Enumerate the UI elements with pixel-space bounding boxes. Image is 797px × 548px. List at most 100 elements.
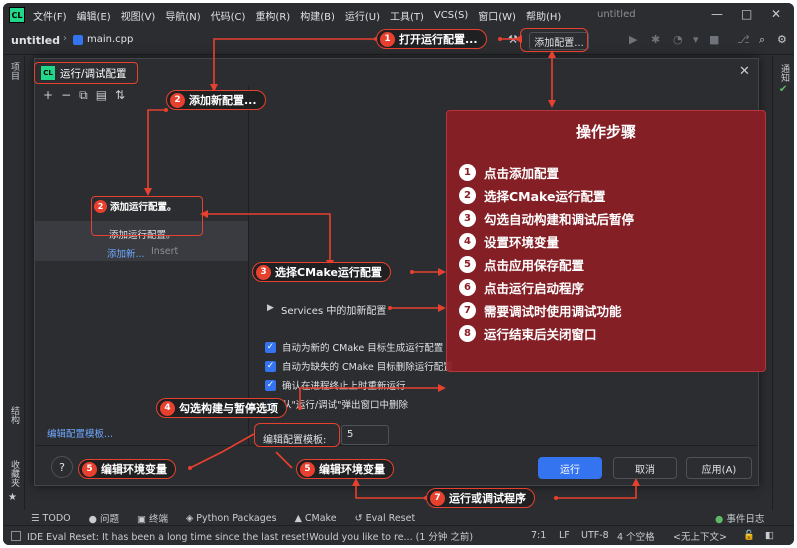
callout-text: 运行或调试程序: [449, 492, 526, 505]
notifications-tool-tab[interactable]: 通知: [778, 64, 791, 82]
step-item: 2 选择CMake运行配置: [459, 186, 606, 205]
menu-edit[interactable]: 编辑(E): [77, 8, 111, 23]
chevron-down-icon[interactable]: ▾: [693, 33, 699, 46]
project-tool-tab[interactable]: 项目: [8, 62, 21, 80]
file-breadcrumb[interactable]: main.cpp: [87, 34, 133, 45]
callout-run-or-debug: 7 运行或调试程序: [426, 488, 535, 508]
steps-title: 操作步骤: [575, 123, 636, 141]
stop-icon[interactable]: ■: [709, 33, 719, 46]
callout-text: 编辑环境变量: [319, 463, 385, 476]
dialog-title: 运行/调试配置: [60, 67, 127, 80]
tree-add-new-link[interactable]: 添加新...: [107, 246, 145, 260]
tab-eval-reset-label: Eval Reset: [365, 512, 416, 524]
menu-tools[interactable]: 工具(T): [390, 8, 424, 23]
confirm-rerun-checkbox[interactable]: ✓ 确认在进程终止上时重新运行: [265, 378, 406, 392]
callout-number: 4: [160, 400, 175, 416]
cpp-file-icon: [73, 35, 83, 45]
callout-number: 3: [256, 264, 271, 280]
help-button[interactable]: ?: [51, 456, 73, 478]
tab-todo[interactable]: ☰ TODO: [31, 513, 71, 524]
tab-cmake[interactable]: ▲ CMake: [295, 513, 337, 524]
menu-vcs[interactable]: VCS(S): [434, 10, 468, 21]
services-label[interactable]: Services 中的加新配置: [281, 302, 386, 317]
folder-icon[interactable]: ▤: [96, 88, 107, 102]
menu-run[interactable]: 运行(U): [345, 8, 380, 23]
menu-refactor[interactable]: 重构(R): [255, 8, 290, 23]
auto-delete-cmake-checkbox[interactable]: ✓ 自动为缺失的 CMake 目标删除运行配置: [265, 359, 453, 373]
cancel-button[interactable]: 取消: [613, 457, 677, 479]
tab-problems[interactable]: ● 问题: [89, 511, 119, 525]
step-number: 7: [459, 302, 476, 319]
minimize-icon[interactable]: —: [711, 7, 723, 21]
step-item: 6 点击运行启动程序: [459, 278, 584, 297]
tab-eval-reset[interactable]: ↺ Eval Reset: [355, 513, 416, 524]
tab-problems-label: 问题: [99, 514, 119, 525]
chevron-right-icon: ›: [63, 33, 67, 44]
step-number: 2: [459, 187, 476, 204]
callout-select-cmake: 3 选择CMake运行配置: [252, 262, 391, 282]
line-separator[interactable]: LF: [559, 530, 570, 541]
menu-file[interactable]: 文件(F): [33, 8, 67, 23]
lock-icon[interactable]: 🔓: [743, 530, 755, 541]
bookmarks-tool-tab[interactable]: 收藏夹: [8, 460, 21, 487]
step-item: 7 需要调试时使用调试功能: [459, 301, 622, 320]
add-icon[interactable]: +: [43, 88, 53, 102]
dialog-close-icon[interactable]: ✕: [739, 64, 750, 79]
left-tool-stripe: 项目 结构 收藏夹 ★: [3, 56, 25, 510]
structure-tool-tab[interactable]: 结构: [8, 406, 21, 424]
menu-view[interactable]: 视图(V): [121, 8, 156, 23]
gear-icon[interactable]: ⚙: [777, 33, 787, 46]
auto-create-cmake-checkbox[interactable]: ✓ 自动为新的 CMake 目标生成运行配置: [265, 340, 443, 354]
status-message[interactable]: IDE Eval Reset: It has been a long time …: [27, 529, 537, 543]
edit-templates-link[interactable]: 编辑配置模板...: [47, 426, 113, 440]
clion-logo-icon: CL: [9, 7, 25, 23]
search-icon[interactable]: ⌕: [759, 33, 765, 47]
close-window-icon[interactable]: ✕: [771, 7, 781, 21]
caret-position[interactable]: 7:1: [531, 530, 546, 541]
step-text: 需要调试时使用调试功能: [484, 304, 622, 319]
apply-button[interactable]: 应用(A): [686, 457, 752, 479]
copy-icon[interactable]: ⧉: [79, 88, 88, 103]
tab-python-packages[interactable]: ◈ Python Packages: [186, 513, 277, 524]
project-breadcrumb[interactable]: untitled: [11, 34, 60, 47]
run-icon[interactable]: ▶: [629, 33, 637, 46]
context-selector[interactable]: <无上下文>: [673, 529, 727, 543]
callout-number: 5: [300, 461, 315, 477]
step-text: 运行结束后关闭窗口: [484, 327, 597, 342]
maximize-icon[interactable]: □: [741, 7, 752, 21]
callout-number: 2: [94, 199, 107, 213]
profile-icon[interactable]: ◔: [673, 33, 683, 46]
status-message-icon: [11, 530, 21, 541]
hammer-icon[interactable]: ⚒: [508, 33, 518, 46]
checkbox-check-icon: ✓: [265, 360, 276, 372]
status-bar: IDE Eval Reset: It has been a long time …: [3, 525, 794, 545]
template-limit-input[interactable]: 5: [341, 425, 389, 445]
menu-window[interactable]: 窗口(W): [478, 8, 516, 23]
debug-icon[interactable]: ✱: [651, 33, 660, 46]
memory-indicator-icon[interactable]: ◧: [765, 530, 774, 541]
callout-add-run-config-inline: 2 添加运行配置。: [94, 199, 177, 213]
menu-code[interactable]: 代码(C): [211, 8, 246, 23]
callout-number: 1: [380, 31, 395, 47]
run-button[interactable]: 运行: [538, 457, 602, 479]
expand-arrow-icon[interactable]: ▶: [267, 303, 274, 313]
remove-icon[interactable]: −: [61, 88, 71, 102]
star-icon[interactable]: ★: [8, 492, 17, 503]
menu-build[interactable]: 构建(B): [300, 8, 335, 23]
step-text: 选择CMake运行配置: [484, 189, 606, 204]
menu-navigate[interactable]: 导航(N): [165, 8, 200, 23]
event-log-tab[interactable]: ● 事件日志: [715, 511, 764, 525]
file-encoding[interactable]: UTF-8: [581, 530, 609, 541]
callout-text: 打开运行配置...: [399, 33, 478, 46]
callout-edit-env-right: 5 编辑环境变量: [296, 459, 394, 479]
step-text: 点击应用保存配置: [484, 258, 585, 273]
checkbox-check-icon: ✓: [265, 379, 276, 391]
menu-help[interactable]: 帮助(H): [526, 8, 561, 23]
check-icon: ✔: [779, 84, 788, 95]
indent-setting[interactable]: 4 个空格: [617, 529, 655, 543]
sort-icon[interactable]: ⇅: [115, 88, 125, 102]
callout-add-new-config: 2 添加新配置...: [166, 90, 266, 110]
checkbox-label: 确认在进程终止上时重新运行: [282, 381, 406, 392]
tab-terminal[interactable]: ▣ 终端: [137, 511, 168, 525]
git-icon[interactable]: ⎇: [737, 33, 750, 46]
